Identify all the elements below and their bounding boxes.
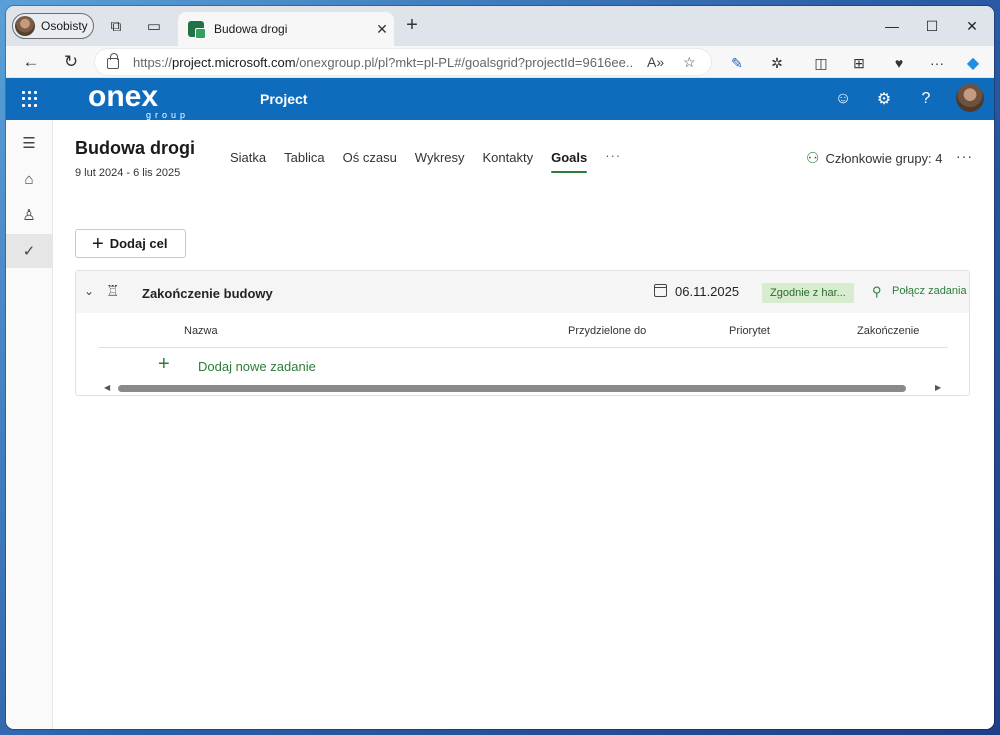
maximize-button[interactable]: ☐ (914, 12, 950, 40)
home-icon[interactable]: ⌂ (6, 162, 52, 196)
svg-text:group: group (146, 110, 189, 120)
browser-toolbar: ← ↻ https://project.microsoft.com/onexgr… (6, 46, 994, 78)
add-goal-label: Dodaj cel (109, 236, 168, 251)
project-favicon-icon (188, 21, 206, 39)
tab-tablica[interactable]: Tablica (275, 144, 333, 171)
profile-button[interactable]: Osobisty (12, 13, 94, 39)
add-task-button[interactable]: Dodaj nowe zadanie (198, 359, 316, 374)
chevron-down-icon[interactable]: ⌄ (84, 284, 94, 298)
column-header-assigned[interactable]: Przydzielone do (568, 325, 646, 337)
project-dates: 9 lut 2024 - 6 lis 2025 (75, 167, 181, 179)
browser-window: Osobisty ⧉ ▭ Budowa drogi ✕ + — ☐ ✕ ← ↻ … (6, 6, 994, 729)
scroll-right-icon[interactable]: ▶ (935, 383, 941, 392)
scrollbar-thumb[interactable] (118, 385, 906, 392)
gear-icon[interactable]: ⚙ (873, 88, 895, 110)
extensions-icon[interactable]: ✲ (768, 54, 786, 72)
add-icon[interactable]: + (158, 354, 170, 374)
address-bar[interactable]: https://project.microsoft.com/onexgroup.… (94, 48, 712, 76)
more-tabs-button[interactable]: ··· (596, 144, 630, 171)
status-badge[interactable]: Zgodnie z har... (762, 283, 854, 303)
link-icon: ⚲ (872, 284, 882, 299)
left-rail: ☰ ⌂ ♙ ✓ (6, 120, 53, 729)
url-text: https://project.microsoft.com/onexgroup.… (133, 54, 633, 70)
goal-header: ⌄ ♖ Zakończenie budowy 06.11.2025 Zgodni… (76, 271, 969, 313)
back-button[interactable]: ← (18, 50, 44, 74)
horizontal-scrollbar[interactable]: ◀ ▶ (98, 381, 948, 397)
hamburger-icon[interactable]: ☰ (6, 126, 52, 160)
minimize-button[interactable]: — (874, 12, 910, 40)
copilot-icon[interactable]: ◆ (964, 54, 982, 72)
column-header-due[interactable]: Zakończenie (857, 325, 919, 337)
plus-icon: + (92, 232, 104, 255)
extension-pen-icon[interactable]: ✎ (728, 54, 746, 72)
connect-tasks-button[interactable]: Połącz zadania (892, 285, 967, 297)
lock-icon (107, 53, 119, 69)
tab-title: Budowa drogi (214, 22, 288, 36)
divider (98, 347, 948, 348)
column-header-priority[interactable]: Priorytet (729, 325, 770, 337)
scroll-left-icon[interactable]: ◀ (104, 383, 110, 392)
title-bar: Osobisty ⧉ ▭ Budowa drogi ✕ + — ☐ ✕ (6, 6, 994, 46)
project-title: Budowa drogi (75, 138, 195, 158)
help-icon[interactable]: ? (915, 88, 937, 110)
settings-more-icon[interactable]: ··· (928, 54, 946, 72)
close-window-button[interactable]: ✕ (954, 12, 990, 40)
onex-logo: onex group (88, 80, 189, 120)
new-tab-button[interactable]: + (400, 14, 424, 38)
app-title: Project (260, 91, 308, 107)
collections-icon[interactable]: ⊞ (850, 54, 868, 72)
goal-date[interactable]: 06.11.2025 (675, 284, 739, 299)
project-tabs: Siatka Tablica Oś czasu Wykresy Kontakty… (221, 144, 630, 173)
add-goal-button[interactable]: + Dodaj cel (75, 229, 186, 258)
person-icon[interactable]: ♙ (6, 198, 52, 232)
favorite-star-icon[interactable]: ☆ (683, 54, 696, 71)
refresh-button[interactable]: ↻ (58, 50, 84, 74)
tab-wykresy[interactable]: Wykresy (406, 144, 474, 171)
svg-text:onex: onex (88, 80, 158, 113)
goal-card: ⌄ ♖ Zakończenie budowy 06.11.2025 Zgodni… (75, 270, 970, 396)
tab-kontakty[interactable]: Kontakty (474, 144, 543, 171)
workspaces-icon[interactable]: ⧉ (106, 16, 126, 36)
column-header-name[interactable]: Nazwa (184, 325, 218, 337)
smiley-icon[interactable]: ☺ (832, 88, 854, 110)
split-screen-icon[interactable]: ◫ (812, 54, 830, 72)
tab-actions-icon[interactable]: ▭ (144, 16, 164, 36)
avatar (15, 16, 35, 36)
tab-goals[interactable]: Goals (542, 144, 596, 173)
browser-essentials-icon[interactable]: ♥ (890, 54, 908, 72)
tab-os-czasu[interactable]: Oś czasu (334, 144, 406, 171)
tab-siatka[interactable]: Siatka (221, 144, 275, 171)
members-label: Członkowie grupy: 4 (825, 150, 943, 166)
more-options-icon[interactable]: ··· (956, 148, 973, 164)
calendar-icon (654, 284, 667, 297)
trophy-icon: ♖ (106, 283, 120, 300)
check-icon[interactable]: ✓ (6, 234, 52, 268)
app-header: onex group Project ☺ ⚙ ? (6, 78, 994, 120)
profile-label: Osobisty (41, 19, 88, 33)
people-icon: ⚇ (806, 150, 820, 167)
browser-tab[interactable]: Budowa drogi ✕ (178, 12, 394, 46)
avatar[interactable] (956, 84, 984, 112)
app-launcher-icon[interactable] (22, 91, 38, 107)
group-members-button[interactable]: ⚇ Członkowie grupy: 4 (806, 149, 943, 167)
goal-name[interactable]: Zakończenie budowy (142, 286, 273, 301)
read-aloud-icon[interactable]: A» (647, 54, 664, 70)
close-tab-icon[interactable]: ✕ (370, 21, 394, 38)
main-content: Budowa drogi 9 lut 2024 - 6 lis 2025 Sia… (53, 120, 994, 729)
